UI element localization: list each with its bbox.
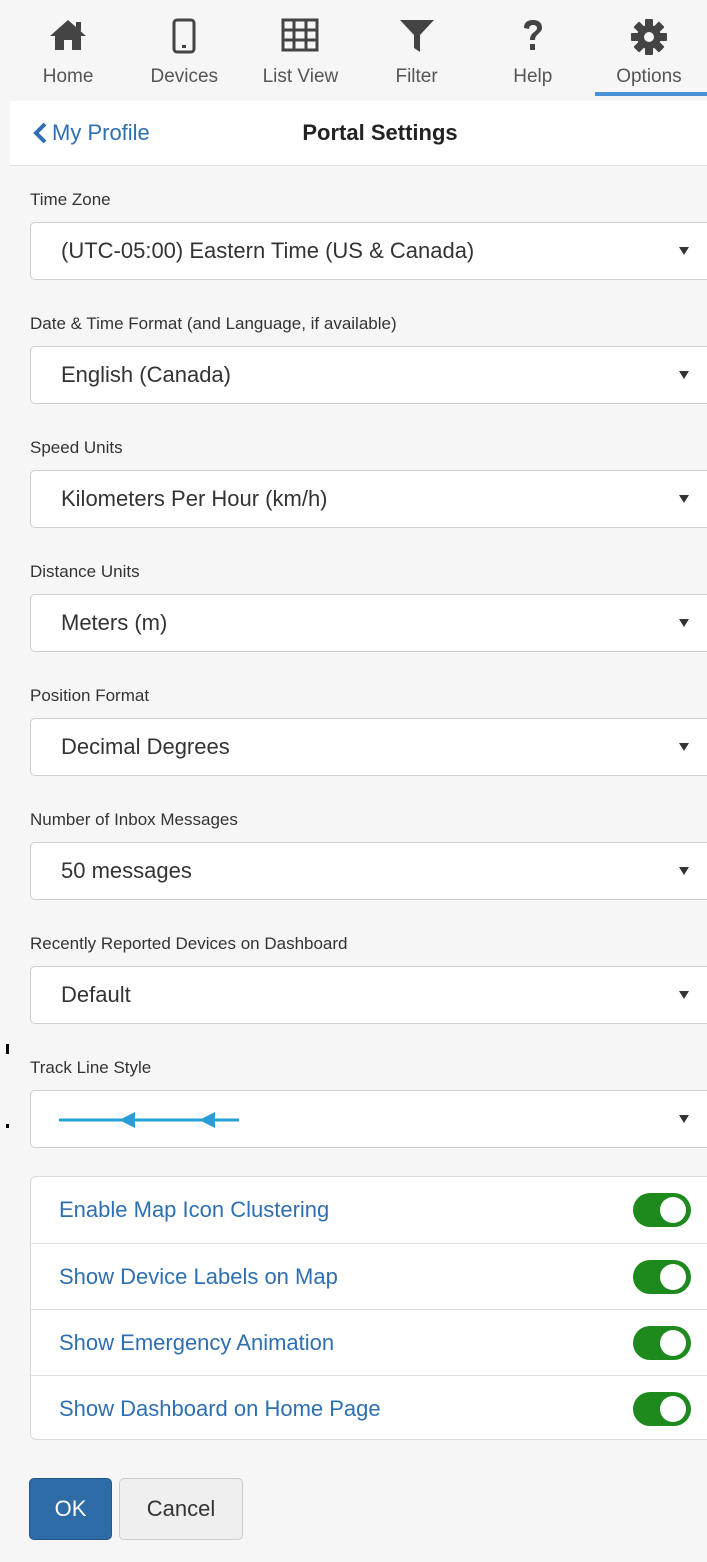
date-time-format-value: English (Canada) (61, 362, 231, 387)
help-icon (520, 18, 546, 59)
time-zone-select[interactable]: (UTC-05:00) Eastern Time (US & Canada) (30, 222, 707, 280)
nav-options-label: Options (616, 66, 682, 87)
toggle-label: Show Dashboard on Home Page (59, 1396, 381, 1421)
speed-units-select[interactable]: Kilometers Per Hour (km/h) (30, 470, 707, 528)
chevron-down-icon (679, 743, 689, 751)
filter-icon (398, 18, 436, 59)
date-time-format-select[interactable]: English (Canada) (30, 346, 707, 404)
chevron-down-icon (679, 371, 689, 379)
back-link[interactable]: My Profile (32, 101, 150, 165)
nav-filter[interactable]: Filter (359, 0, 475, 98)
recent-devices-select[interactable]: Default (30, 966, 707, 1024)
edge-mark (6, 1124, 9, 1128)
toggle-knob (660, 1197, 686, 1223)
dashboard-home-toggle[interactable] (633, 1392, 691, 1426)
chevron-down-icon (679, 1115, 689, 1123)
position-format-select[interactable]: Decimal Degrees (30, 718, 707, 776)
speed-units-label: Speed Units (30, 438, 123, 457)
nav-home-label: Home (42, 66, 94, 87)
chevron-down-icon (679, 619, 689, 627)
edge-mark (6, 1044, 9, 1054)
toggle-label: Show Device Labels on Map (59, 1264, 338, 1289)
ok-button[interactable]: OK (29, 1478, 112, 1540)
grid-icon (281, 18, 319, 57)
emergency-animation-toggle[interactable] (633, 1326, 691, 1360)
speed-units-value: Kilometers Per Hour (km/h) (61, 486, 328, 511)
cancel-button[interactable]: Cancel (119, 1478, 243, 1540)
page-title: Portal Settings (302, 120, 458, 145)
inbox-messages-select[interactable]: 50 messages (30, 842, 707, 900)
time-zone-label: Time Zone (30, 190, 111, 209)
nav-options[interactable]: Options (591, 0, 707, 98)
home-icon (48, 18, 88, 57)
nav-devices-label: Devices (150, 66, 219, 87)
toggle-knob (660, 1330, 686, 1356)
track-line-style-select[interactable] (30, 1090, 707, 1148)
track-line-arrows-icon (59, 1112, 239, 1128)
nav-help-label: Help (513, 66, 553, 87)
inbox-messages-label: Number of Inbox Messages (30, 810, 238, 829)
position-format-label: Position Format (30, 686, 150, 705)
chevron-down-icon (679, 867, 689, 875)
chevron-down-icon (679, 247, 689, 255)
map-clustering-toggle[interactable] (633, 1193, 691, 1227)
back-link-label: My Profile (52, 120, 150, 145)
distance-units-value: Meters (m) (61, 610, 168, 635)
active-tab-indicator (594, 92, 707, 96)
nav-home[interactable]: Home (10, 0, 126, 98)
chevron-down-icon (679, 495, 689, 503)
gear-icon (630, 18, 668, 61)
toggle-row-device-labels: Show Device Labels on Map (31, 1243, 707, 1309)
toggle-label: Enable Map Icon Clustering (59, 1197, 330, 1222)
recent-devices-label: Recently Reported Devices on Dashboard (30, 934, 348, 953)
nav-filter-label: Filter (395, 66, 438, 87)
toggle-label: Show Emergency Animation (59, 1330, 335, 1355)
nav-devices[interactable]: Devices (126, 0, 242, 98)
time-zone-value: (UTC-05:00) Eastern Time (US & Canada) (61, 238, 475, 263)
nav-list-view[interactable]: List View (242, 0, 358, 98)
toggle-row-emergency-animation: Show Emergency Animation (31, 1309, 707, 1375)
toggle-row-map-clustering: Enable Map Icon Clustering (31, 1177, 707, 1243)
device-labels-toggle[interactable] (633, 1260, 691, 1294)
nav-list-view-label: List View (262, 66, 339, 87)
distance-units-label: Distance Units (30, 562, 140, 581)
top-navigation: Home Devices List View Filter Help Optio… (10, 0, 707, 98)
device-icon (172, 18, 196, 59)
nav-help[interactable]: Help (475, 0, 591, 98)
position-format-value: Decimal Degrees (61, 734, 230, 759)
toggle-list: Enable Map Icon Clustering Show Device L… (30, 1176, 707, 1440)
chevron-left-icon (32, 122, 48, 144)
distance-units-select[interactable]: Meters (m) (30, 594, 707, 652)
inbox-messages-value: 50 messages (61, 858, 192, 883)
toggle-knob (660, 1396, 686, 1422)
track-line-style-label: Track Line Style (30, 1058, 152, 1077)
page-header: My Profile Portal Settings (10, 101, 707, 166)
toggle-knob (660, 1264, 686, 1290)
date-time-format-label: Date & Time Format (and Language, if ava… (30, 314, 397, 333)
toggle-row-dashboard-home: Show Dashboard on Home Page (31, 1375, 707, 1441)
recent-devices-value: Default (61, 982, 131, 1007)
chevron-down-icon (679, 991, 689, 999)
